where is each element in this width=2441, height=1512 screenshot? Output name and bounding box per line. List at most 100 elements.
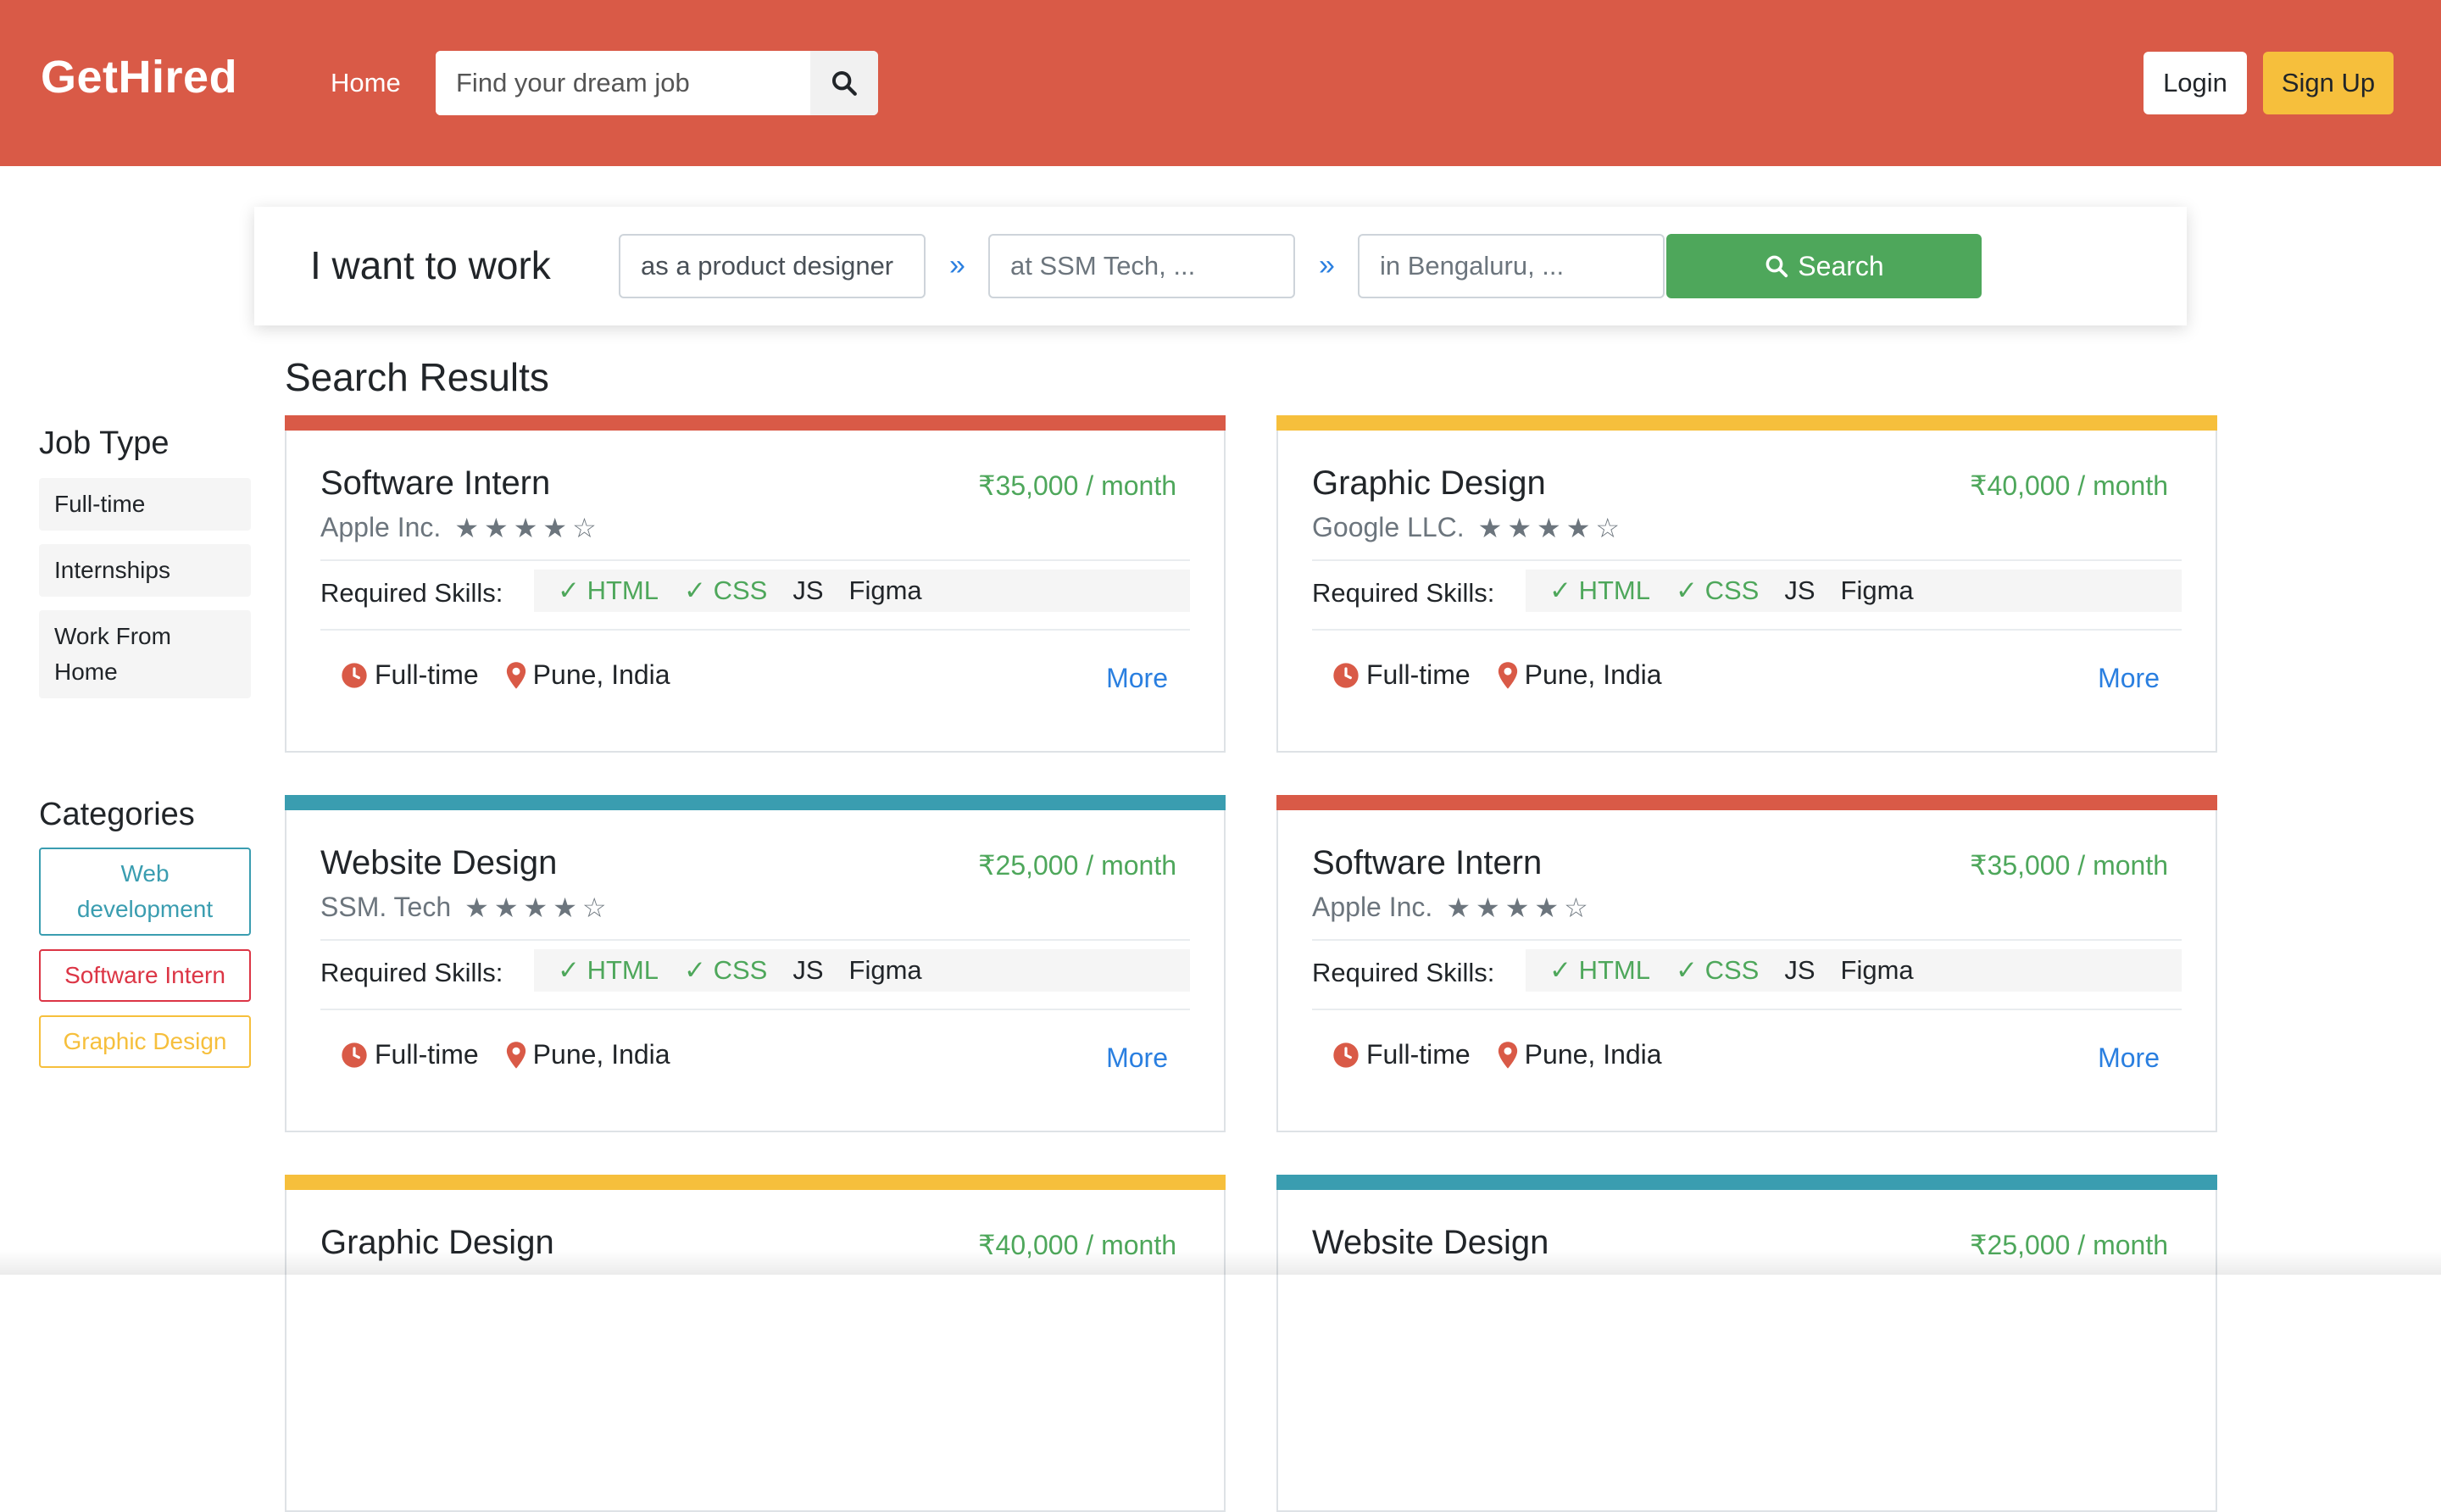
job-title[interactable]: Software Intern [320,464,550,503]
skill-name: HTML [1578,575,1650,605]
nav-home-link[interactable]: Home [331,68,401,98]
location-text: Pune, India [1524,659,1662,690]
header-search-button[interactable] [810,51,878,115]
skill-matched: ✓ HTML [1549,575,1650,606]
location-text: Pune, India [532,1039,670,1070]
job-title[interactable]: Graphic Design [1312,464,1546,503]
role-input[interactable] [619,234,926,298]
skill-name: Figma [1840,955,1914,985]
star-filled-icon: ★ [493,892,519,923]
divider [1312,939,2182,941]
job-location: Pune, India [504,1039,670,1070]
job-card: Software Intern ₹35,000 / month Apple Inc.… [285,415,1226,753]
search-button-label: Search [1798,250,1884,281]
separator-icon: » [1319,249,1335,281]
job-card: Website Design ₹25,000 / month [1276,1175,2217,1512]
brand-logo[interactable]: GetHired [41,51,237,103]
star-filled-icon: ★ [553,892,577,923]
search-lead-text: I want to work [310,243,551,287]
skill-name: HTML [1578,955,1650,985]
card-accent-bar [285,1175,1226,1190]
star-filled-icon: ★ [454,512,479,543]
category-web-development[interactable]: Web development [39,848,251,936]
category-graphic-design[interactable]: Graphic Design [39,1015,251,1068]
skills-label: Required Skills: [320,958,503,987]
skill-name: JS [792,575,824,605]
check-icon: ✓ [558,575,580,605]
job-card: Website Design ₹25,000 / month SSM. Tech ★ ★… [285,795,1226,1132]
star-filled-icon: ★ [1507,512,1532,543]
star-empty-icon: ☆ [581,892,607,923]
categories-title: Categories [39,797,195,832]
skills-list: ✓ HTML ✓ CSS JS Figma [1526,949,2182,992]
skill-matched: ✓ CSS [1676,575,1759,606]
location-pin-icon [1498,661,1517,689]
skills-list: ✓ HTML ✓ CSS JS Figma [534,570,1190,612]
signup-button[interactable]: Sign Up [2263,52,2394,114]
job-meta: Full-time Pune, India [341,1039,670,1070]
company-name: Google LLC. [1312,512,1465,542]
skill-name: CSS [713,575,768,605]
job-type-internships[interactable]: Internships [39,544,251,597]
divider [320,1009,1190,1010]
skill-name: Figma [848,955,922,985]
check-icon: ✓ [1676,575,1698,605]
card-accent-bar [285,795,1226,810]
more-link[interactable]: More [1106,663,1168,694]
divider [1312,1009,2182,1010]
job-meta: Full-time Pune, India [341,659,670,691]
clock-icon [1333,1042,1359,1068]
rating-stars: ★ ★ ★ ★ ☆ [454,514,596,542]
skill-name: CSS [1704,575,1760,605]
star-empty-icon: ☆ [572,512,597,543]
check-icon: ✓ [684,955,706,985]
login-button[interactable]: Login [2144,52,2247,114]
skill-matched: ✓ CSS [684,955,767,986]
skill-matched: ✓ HTML [558,575,659,606]
rating-stars: ★ ★ ★ ★ ☆ [1446,894,1587,921]
skill-matched: ✓ HTML [1549,955,1650,986]
card-accent-bar [1276,795,2217,810]
more-link[interactable]: More [2098,1042,2160,1074]
search-button[interactable]: Search [1666,234,1982,298]
star-filled-icon: ★ [513,512,538,543]
company-name: Apple Inc. [320,512,442,542]
job-title[interactable]: Website Design [320,844,557,882]
more-link[interactable]: More [1106,1042,1168,1074]
star-filled-icon: ★ [1446,892,1471,923]
job-type: Full-time [375,1039,479,1070]
divider [320,629,1190,631]
separator-icon: » [949,249,965,281]
category-label: Web development [76,860,214,922]
location-pin-icon [1498,1041,1517,1069]
skill-name: CSS [713,955,768,985]
header-search-input[interactable] [436,51,810,115]
clock-icon [1333,662,1359,688]
skill-name: HTML [587,575,659,605]
star-filled-icon: ★ [523,892,548,923]
skill-matched: ✓ CSS [1676,955,1759,986]
skill-name: HTML [587,955,659,985]
more-link[interactable]: More [2098,663,2160,694]
job-location: Pune, India [504,659,670,691]
check-icon: ✓ [1549,955,1571,985]
job-type-full-time[interactable]: Full-time [39,478,251,531]
job-card: Software Intern ₹35,000 / month Apple Inc.… [1276,795,2217,1132]
bottom-shadow [0,1249,2441,1275]
job-meta: Full-time Pune, India [1332,659,1662,691]
company-input[interactable] [988,234,1295,298]
star-filled-icon: ★ [484,512,509,543]
star-filled-icon: ★ [1476,892,1500,923]
star-filled-icon: ★ [1477,512,1503,543]
divider [1312,559,2182,561]
job-title[interactable]: Software Intern [1312,844,1542,882]
star-empty-icon: ☆ [1564,892,1588,923]
rating-stars: ★ ★ ★ ★ ☆ [464,894,606,921]
clock-icon [342,662,367,688]
location-input[interactable] [1358,234,1665,298]
results-title: Search Results [285,355,549,399]
category-software-intern[interactable]: Software Intern [39,949,251,1002]
job-type-work-from-home[interactable]: Work From Home [39,610,251,698]
job-type: Full-time [1366,659,1471,690]
card-accent-bar [1276,1175,2217,1190]
